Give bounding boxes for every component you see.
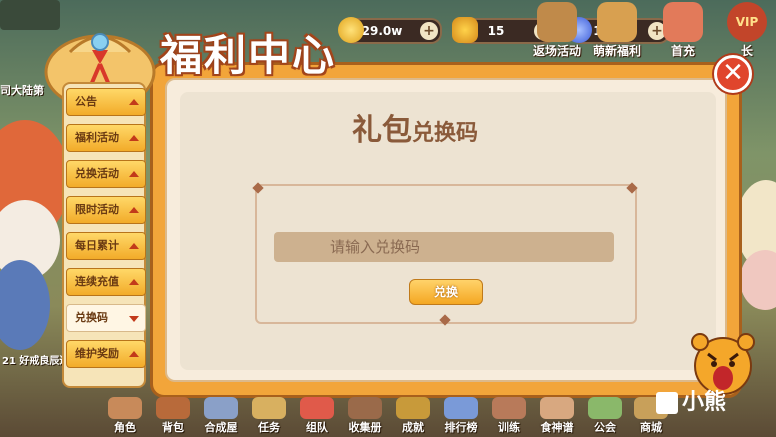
giftcode-input[interactable] [274,232,614,262]
page-title: 福利中心 [160,31,337,80]
caret-up-icon [129,243,139,249]
nav-recipes[interactable]: 食神谱 [532,397,582,437]
nav-training[interactable]: 训练 [484,397,534,437]
watermark-text: 小熊 [656,384,726,416]
first-charge-icon[interactable]: 首充 [656,2,710,62]
nav-guild[interactable]: 公会 [580,397,630,437]
coin-counter: 29.0w + [338,17,442,44]
nav-tasks[interactable]: 任务 [244,397,294,437]
vip-icon[interactable]: VIP 长 [718,2,776,62]
caret-down-icon [129,316,139,322]
nav-character[interactable]: 角色 [100,397,150,437]
watermark-logo-icon [656,392,678,414]
tab-giftcode[interactable]: 兑换码 [66,304,146,332]
ingot-icon [452,17,478,43]
caret-up-icon [129,135,139,141]
coin-icon [338,17,364,43]
close-icon[interactable]: ✕ [714,55,752,93]
add-coin-button[interactable]: + [420,22,438,40]
character-right-lower [740,250,776,310]
tab-exchange-events[interactable]: 兑换活动 [66,160,146,188]
caret-up-icon [129,99,139,105]
giftcode-title-big: 礼包 [352,113,412,148]
tab-continuous-recharge[interactable]: 连续充值 [66,268,146,296]
giftcode-title: 礼包兑换码 [352,105,552,149]
nav-team[interactable]: 组队 [292,397,342,437]
caret-up-icon [129,351,139,357]
nav-achievements[interactable]: 成就 [388,397,438,437]
nav-collection[interactable]: 收集册 [340,397,390,437]
newbie-welfare-icon[interactable]: 萌新福利 [590,2,644,62]
giftcode-title-small: 兑换码 [412,121,479,146]
caret-up-icon [129,171,139,177]
nav-leaderboard[interactable]: 排行榜 [436,397,486,437]
tab-maintenance-reward[interactable]: 维护奖励 [66,340,146,368]
nav-backpack[interactable]: 背包 [148,397,198,437]
tab-daily-accumulate[interactable]: 每日累计 [66,232,146,260]
caret-up-icon [129,207,139,213]
vip-badge: VIP [727,2,767,42]
return-event-icon[interactable]: 返场活动 [530,2,584,62]
tab-welfare-events[interactable]: 福利活动 [66,124,146,152]
tab-announcement[interactable]: 公告 [66,88,146,116]
tab-limited-events[interactable]: 限时活动 [66,196,146,224]
bottom-nav: 角色 背包 合成屋 任务 组队 收集册 成就 排行榜 训练 食神谱 公会 商城 [100,397,676,437]
caret-up-icon [129,279,139,285]
chat-snippet: 21 好戒良辰近 [2,356,70,367]
map-name-label: 司大陆第 [0,84,44,97]
redeem-button[interactable]: 兑换 [409,279,483,305]
nav-synthesis[interactable]: 合成屋 [196,397,246,437]
